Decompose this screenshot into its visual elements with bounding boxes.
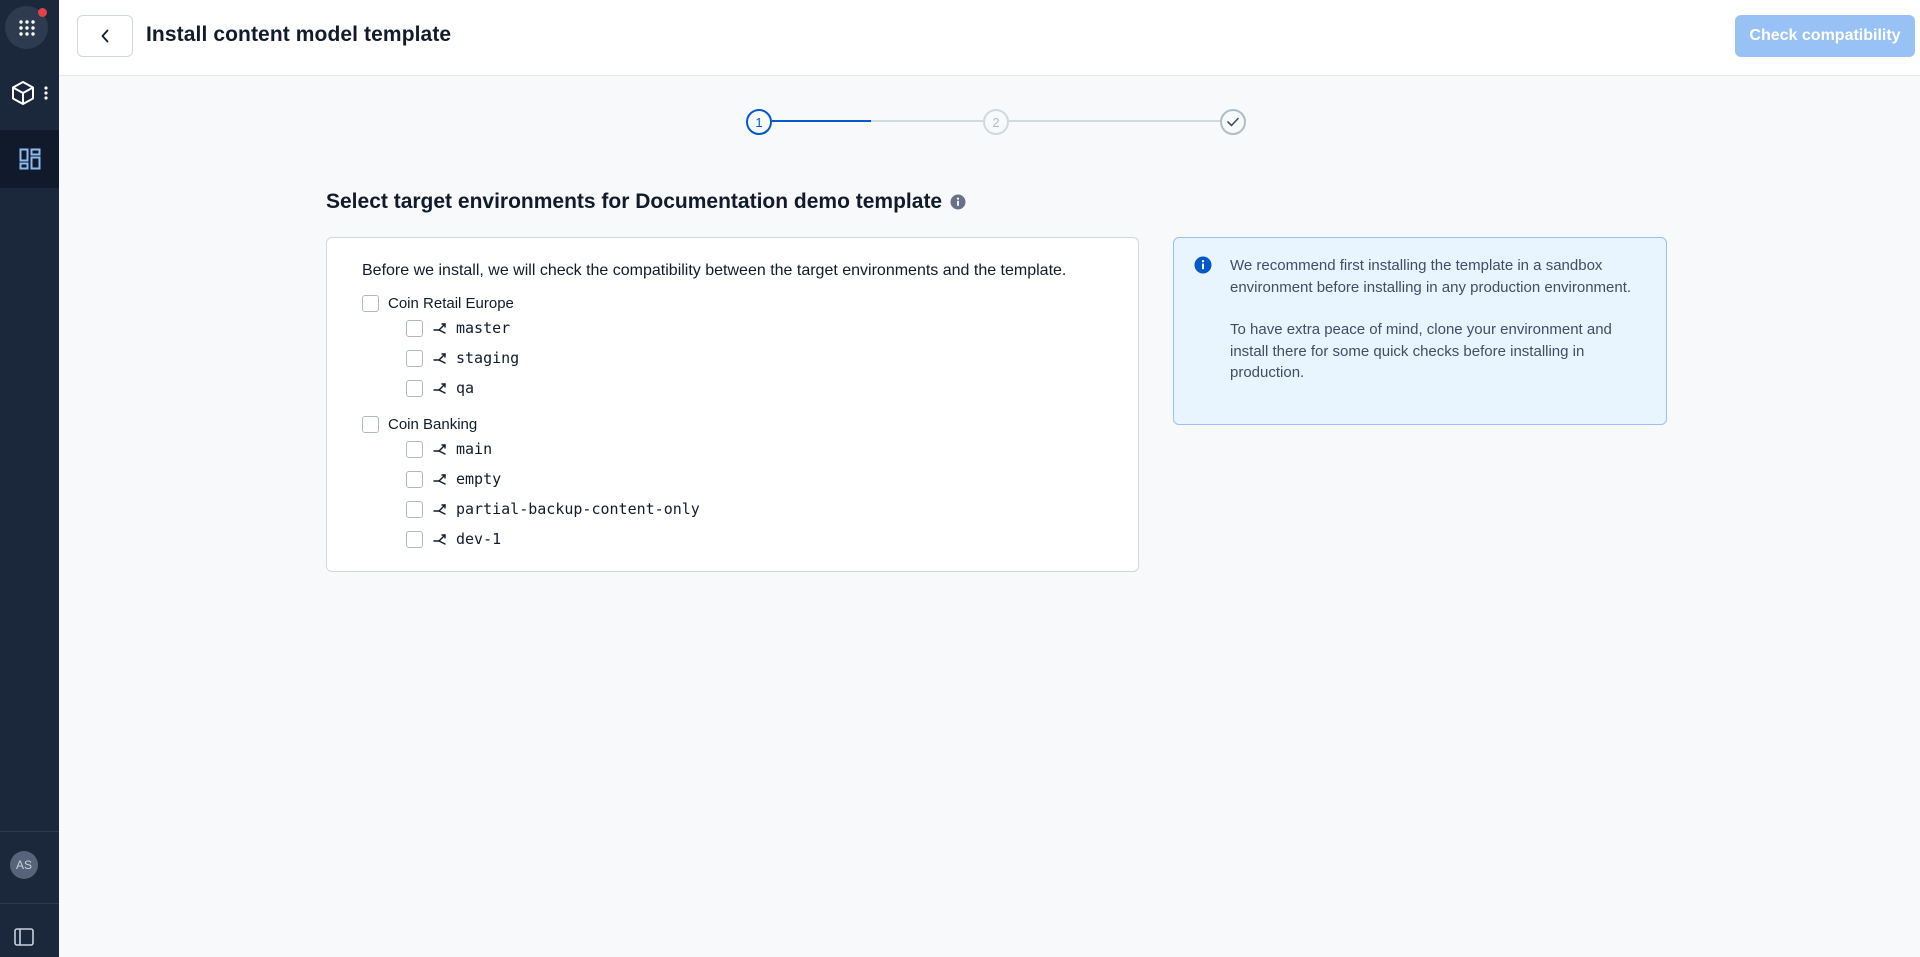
- environment-label: empty: [456, 470, 502, 488]
- environment-row[interactable]: partial-backup-content-only: [406, 500, 700, 518]
- back-button[interactable]: [77, 15, 133, 57]
- chevron-left-icon: [101, 29, 109, 43]
- user-avatar[interactable]: AS: [10, 851, 38, 879]
- environment-checkbox[interactable]: [406, 379, 423, 397]
- section-title-text: Select target environments for Documenta…: [326, 190, 943, 213]
- environment-label: dev-1: [456, 530, 502, 548]
- apps-grid-icon: [18, 19, 35, 36]
- info-icon[interactable]: [950, 194, 966, 210]
- environment-label: main: [456, 440, 493, 458]
- rail-divider: [0, 903, 59, 904]
- dashboard-icon: [19, 148, 40, 170]
- branch-icon: [433, 353, 446, 364]
- page-header: Install content model template Check com…: [59, 0, 1920, 76]
- check-compatibility-button[interactable]: Check compatibility: [1735, 15, 1915, 57]
- more-vertical-icon[interactable]: [43, 85, 49, 101]
- branch-icon: [433, 383, 446, 394]
- branch-icon: [433, 474, 446, 485]
- apps-menu-button[interactable]: [5, 6, 48, 49]
- environment-label: master: [456, 319, 511, 337]
- branch-icon: [433, 323, 446, 334]
- environment-row[interactable]: staging: [406, 349, 519, 367]
- page-title: Install content model template: [146, 23, 452, 46]
- stepper-step-2: 2: [983, 109, 1009, 135]
- org-row[interactable]: Coin Banking: [362, 416, 477, 433]
- org-checkbox[interactable]: [362, 295, 379, 312]
- check-icon: [1227, 117, 1239, 127]
- environment-label: partial-backup-content-only: [456, 500, 700, 518]
- side-rail: AS: [0, 0, 59, 957]
- note-text: We recommend first installing the templa…: [1230, 255, 1640, 384]
- org-row[interactable]: Coin Retail Europe: [362, 295, 514, 312]
- stepper-track-active: [772, 120, 871, 122]
- space-cube-icon: [12, 81, 34, 105]
- environment-row[interactable]: main: [406, 440, 492, 458]
- branch-icon: [433, 444, 446, 455]
- environment-row[interactable]: dev-1: [406, 530, 501, 548]
- stepper-step-1: 1: [746, 109, 772, 135]
- card-intro: Before we install, we will check the com…: [362, 262, 1067, 279]
- org-checkbox[interactable]: [362, 416, 379, 433]
- stepper-track: [871, 120, 983, 122]
- environment-row[interactable]: qa: [406, 379, 474, 397]
- rail-divider: [0, 831, 59, 832]
- environment-label: staging: [456, 349, 520, 367]
- collapse-sidebar-icon: [14, 928, 34, 946]
- branch-icon: [433, 504, 446, 515]
- stepper-step-final: [1220, 109, 1246, 135]
- environment-row[interactable]: master: [406, 319, 510, 337]
- note-paragraph: We recommend first installing the templa…: [1230, 257, 1632, 296]
- environments-card: Before we install, we will check the com…: [326, 237, 1139, 572]
- environment-row[interactable]: empty: [406, 470, 501, 488]
- recommendation-note: We recommend first installing the templa…: [1173, 237, 1667, 425]
- environment-checkbox[interactable]: [406, 440, 423, 458]
- stepper-track: [1009, 120, 1220, 122]
- info-icon: [1194, 256, 1212, 274]
- environment-label: qa: [456, 379, 475, 397]
- org-label: Coin Retail Europe: [388, 295, 514, 312]
- note-paragraph: To have extra peace of mind, clone your …: [1230, 321, 1612, 381]
- section-title: Select target environments for Documenta…: [326, 190, 966, 214]
- org-label: Coin Banking: [388, 416, 478, 433]
- notification-dot: [38, 8, 47, 17]
- environment-checkbox[interactable]: [406, 319, 423, 337]
- dashboard-nav-button[interactable]: [0, 130, 59, 188]
- environment-checkbox[interactable]: [406, 530, 423, 548]
- branch-icon: [433, 534, 446, 545]
- environment-checkbox[interactable]: [406, 349, 423, 367]
- environment-checkbox[interactable]: [406, 470, 423, 488]
- environment-checkbox[interactable]: [406, 500, 423, 518]
- collapse-sidebar-button[interactable]: [10, 925, 38, 949]
- space-switcher-button[interactable]: [0, 68, 59, 118]
